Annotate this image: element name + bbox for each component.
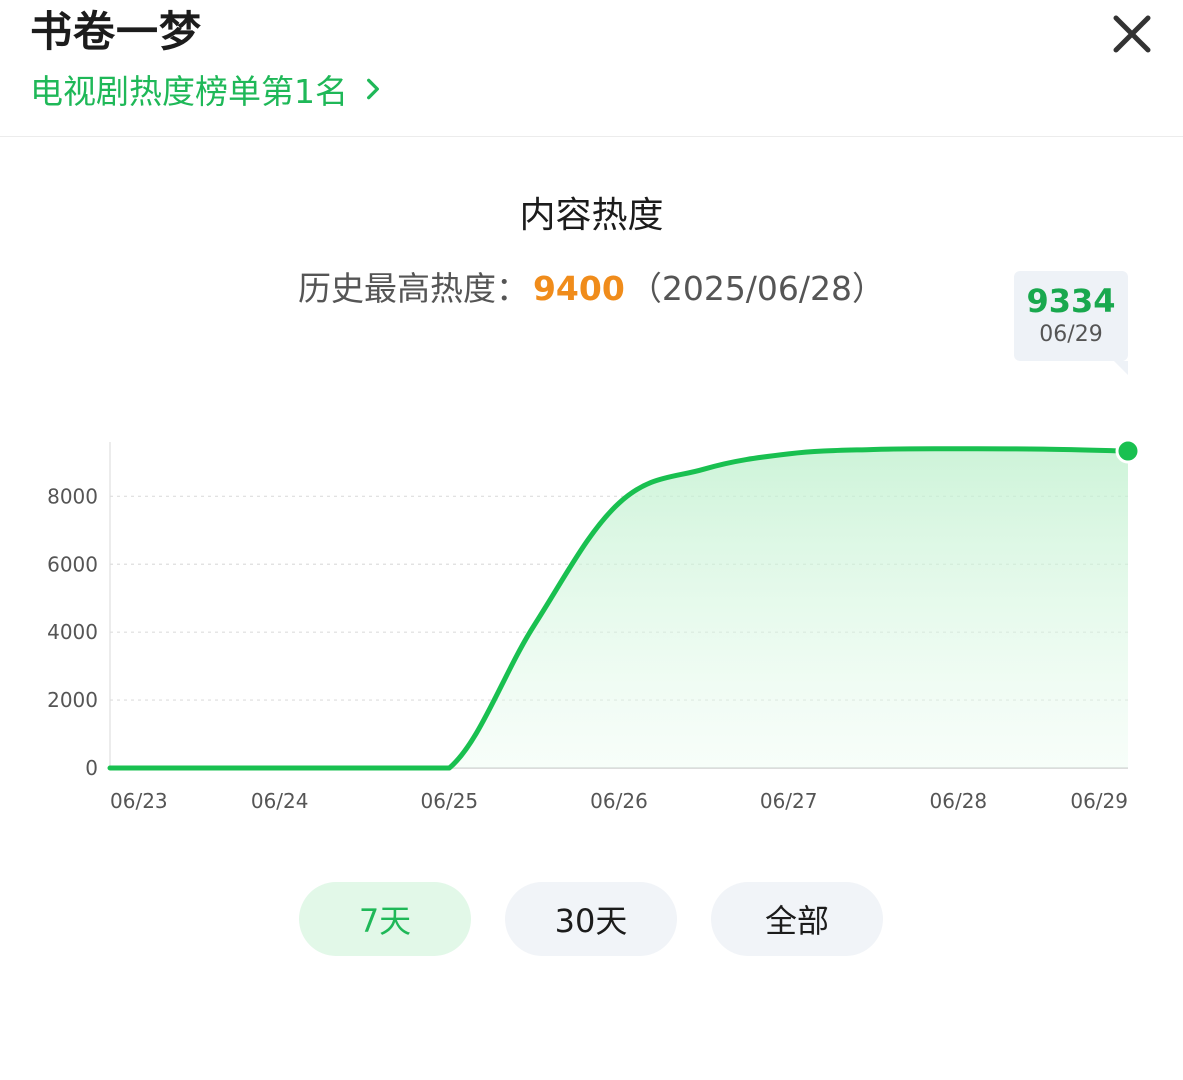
y-tick-label: 8000 [47, 484, 98, 508]
history-value: 9400 [532, 269, 625, 308]
history-date: （2025/06/28） [628, 269, 886, 308]
range-tab-all[interactable]: 全部 [711, 882, 883, 956]
tooltip-value: 9334 [1026, 282, 1116, 320]
close-icon[interactable] [1104, 6, 1160, 62]
x-tick-label: 06/29 [1070, 789, 1128, 813]
y-tick-label: 0 [85, 756, 98, 780]
history-label: 历史最高热度： [297, 269, 529, 308]
y-tick-label: 2000 [47, 688, 98, 712]
x-tick-label: 06/24 [251, 789, 309, 813]
chart-last-point[interactable] [1115, 438, 1141, 464]
range-tab-30d[interactable]: 30天 [505, 882, 677, 956]
rank-link[interactable]: 电视剧热度榜单第1名 [30, 66, 386, 112]
range-tab-7d[interactable]: 7天 [299, 882, 471, 956]
x-tick-label: 06/26 [590, 789, 648, 813]
x-tick-label: 06/27 [760, 789, 818, 813]
section-title: 内容热度 [519, 195, 664, 236]
chart-tooltip: 9334 06/29 [1014, 271, 1128, 375]
chart-area [110, 448, 1128, 768]
y-tick-label: 4000 [47, 620, 98, 644]
rank-link-label: 电视剧热度榜单第1名 [30, 72, 348, 111]
x-tick-label: 06/25 [421, 789, 479, 813]
history-max: 历史最高热度： 9400 （2025/06/28） [0, 262, 1183, 310]
x-tick-label: 06/28 [930, 789, 988, 813]
y-tick-label: 6000 [47, 552, 98, 576]
chevron-right-icon [367, 78, 379, 100]
heat-chart: 0 2000 4000 6000 8000 06/23 06/24 06/25 06/26 06… [47, 438, 1141, 813]
x-tick-label: 06/23 [110, 789, 168, 813]
header: 书卷一梦 电视剧热度榜单第1名 [0, 0, 1183, 137]
show-title: 书卷一梦 [30, 7, 203, 56]
tooltip-date: 06/29 [1039, 322, 1103, 347]
